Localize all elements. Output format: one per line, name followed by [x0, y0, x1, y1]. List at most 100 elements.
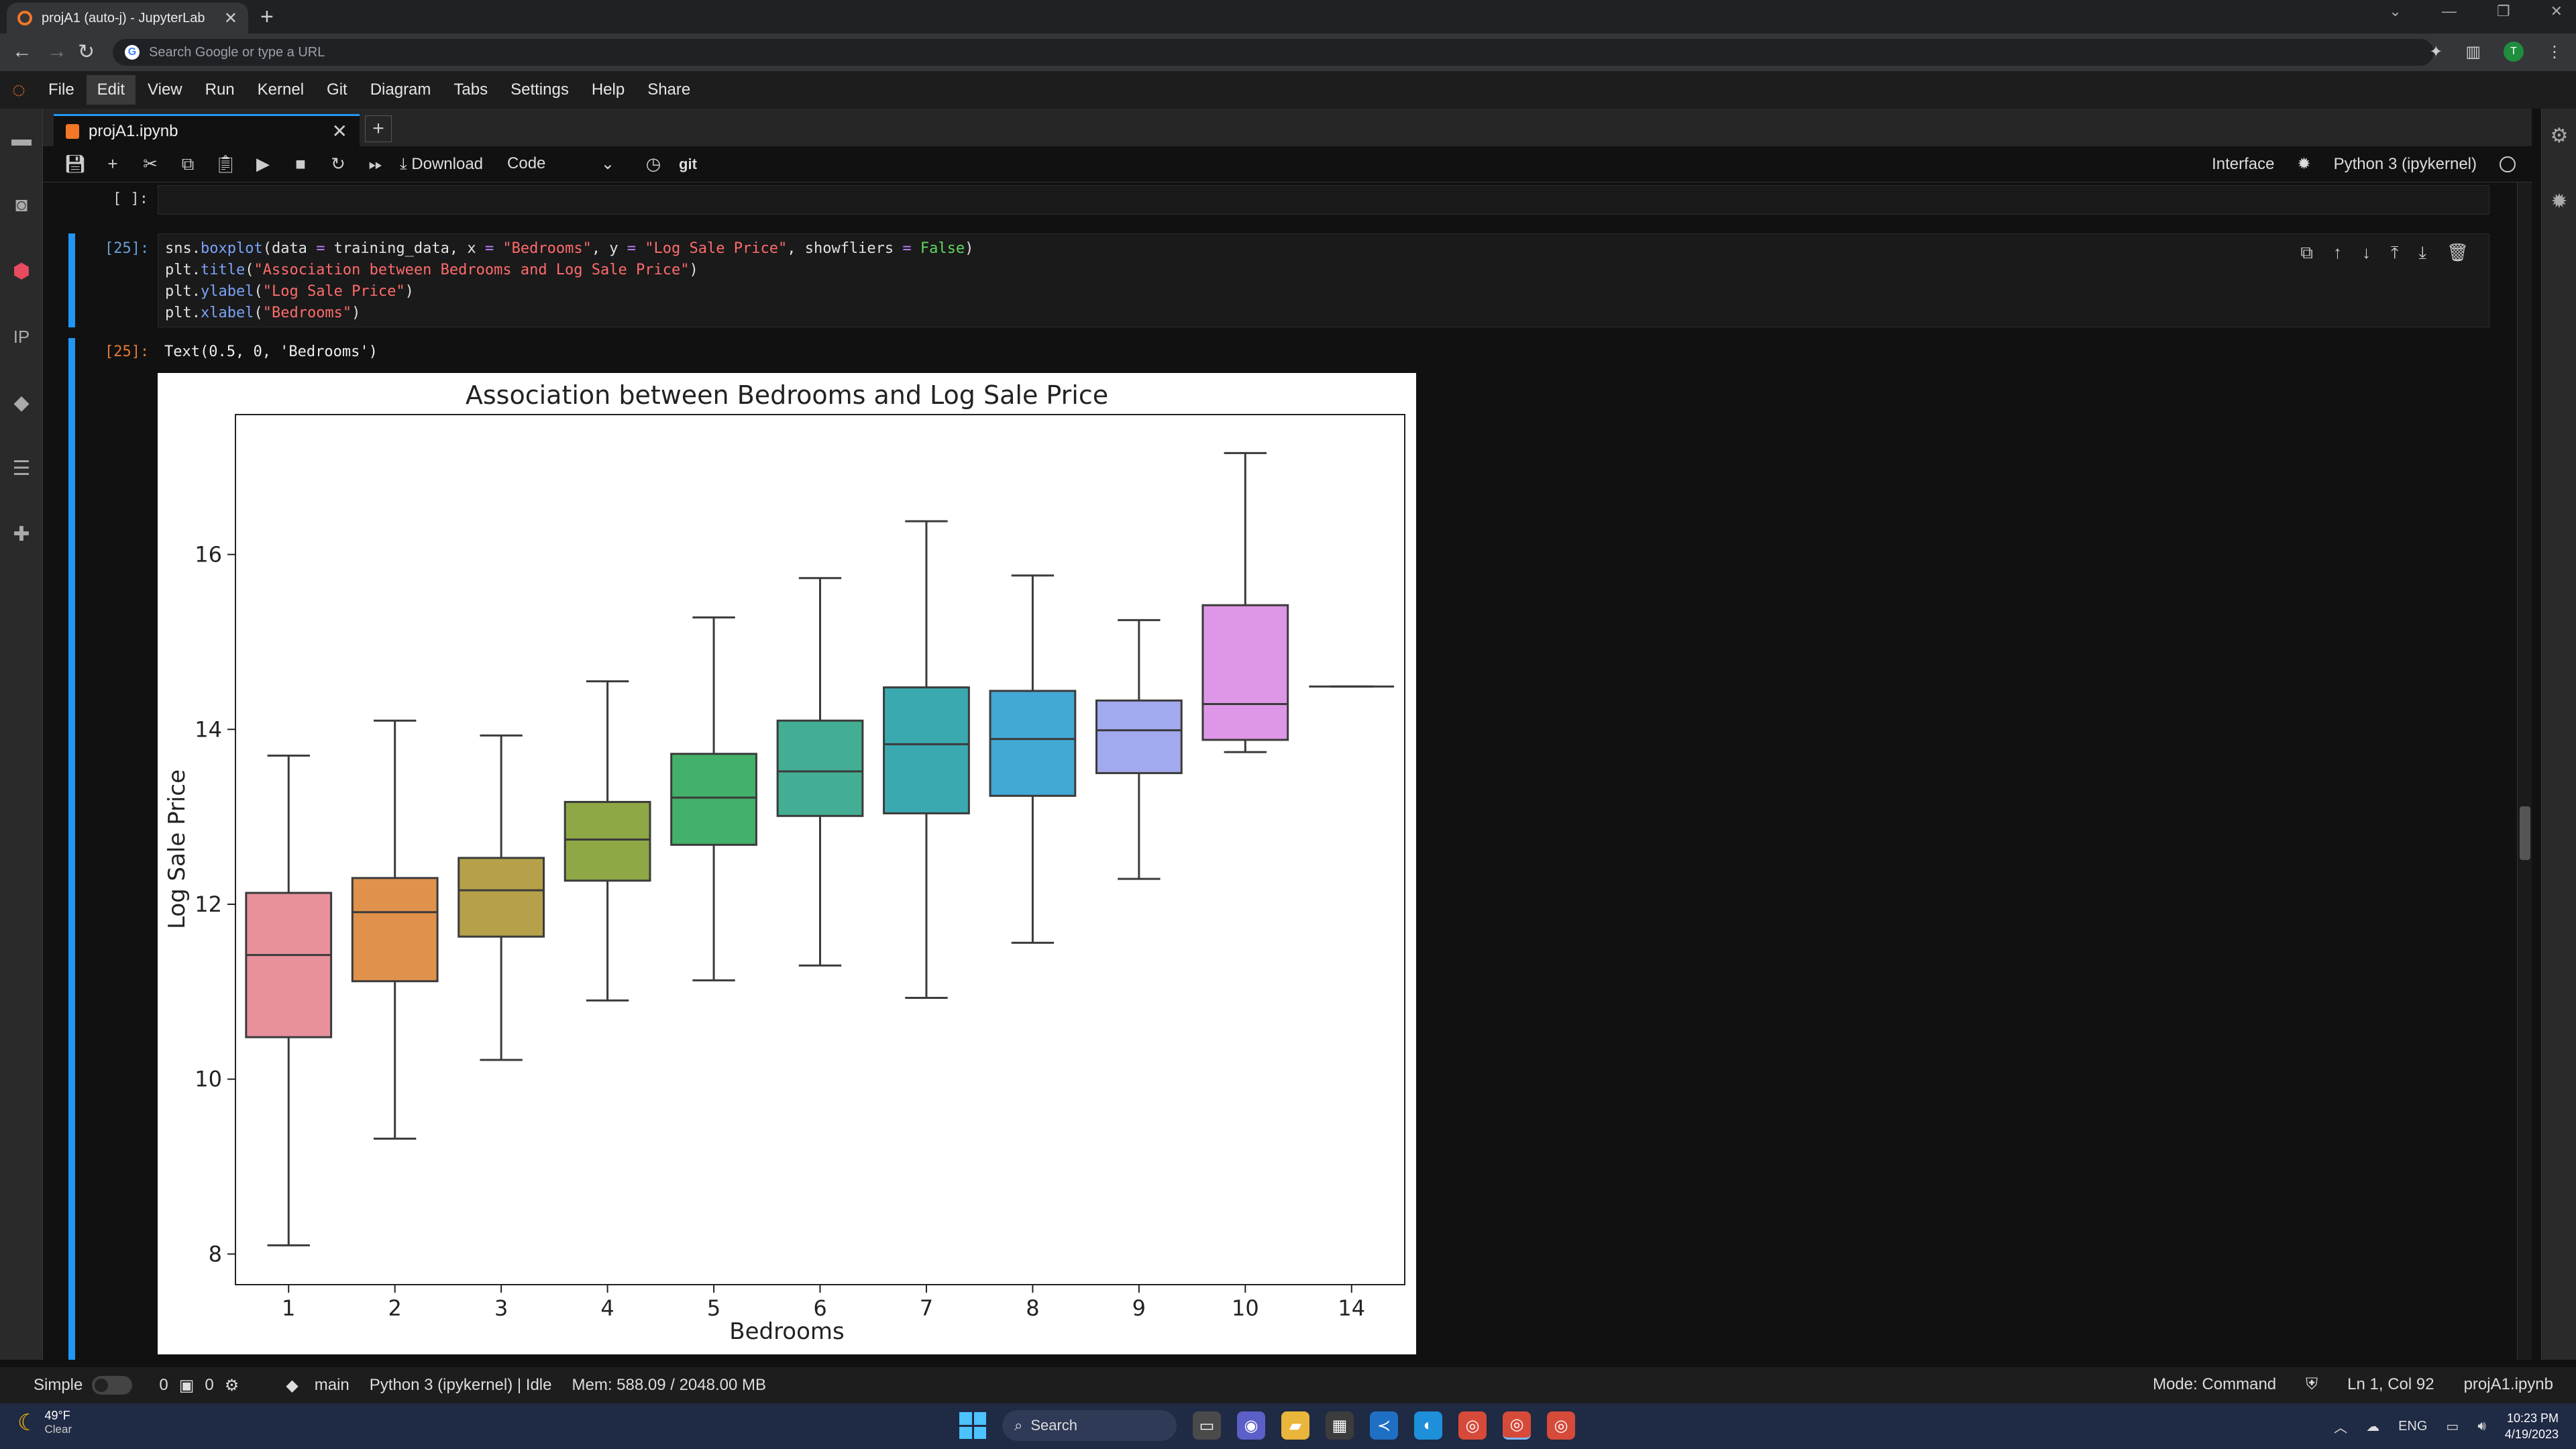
debug-icon[interactable]: ✹ [2297, 154, 2310, 174]
reload-icon[interactable]: ↻ [78, 40, 95, 64]
code-token: "Log Sale Price" [645, 240, 788, 257]
store-icon[interactable]: ▦ [1326, 1411, 1354, 1440]
menu-kernel[interactable]: Kernel [247, 75, 315, 105]
puzzle-icon[interactable]: ✚ [9, 522, 34, 546]
new-tab-icon[interactable]: + [260, 4, 274, 30]
chrome-active-icon[interactable]: ◎ [1503, 1411, 1531, 1440]
clock-time: 10:23 PM [2506, 1411, 2559, 1425]
menu-view[interactable]: View [137, 75, 193, 105]
menu-run[interactable]: Run [195, 75, 246, 105]
chrome-icon[interactable]: ◎ [1458, 1411, 1487, 1440]
box-body [883, 686, 970, 814]
terminal-count[interactable]: 0 [159, 1376, 168, 1395]
weather-widget[interactable]: ☾ 49°F Clear [17, 1409, 72, 1436]
delete-cell-icon[interactable]: 🗑︎ [2447, 242, 2469, 264]
browser-tab-title: projA1 (auto-j) - JupyterLab [42, 10, 205, 25]
debugger-icon[interactable]: ✹ [2547, 189, 2571, 213]
tray-chevron-icon[interactable]: ︿ [2334, 1417, 2347, 1436]
teams-chat-icon[interactable]: ◉ [1237, 1411, 1265, 1440]
restore-icon[interactable]: ❐ [2497, 3, 2510, 20]
copy-icon[interactable]: ⧉ [169, 154, 207, 175]
scrollbar-thumb[interactable] [2520, 806, 2530, 860]
insert-below-icon[interactable]: ⤓ [2418, 242, 2426, 264]
menu-share[interactable]: Share [637, 75, 701, 105]
output-prompt: [25]: [105, 343, 150, 360]
browser-menu-icon[interactable]: ⋮ [2546, 42, 2563, 62]
side-panel-icon[interactable]: ▥ [2465, 42, 2481, 62]
y-tick-label: 8 [209, 1241, 222, 1267]
windows-start-icon[interactable] [959, 1412, 986, 1439]
close-window-icon[interactable]: ✕ [2551, 3, 2563, 20]
git-icon[interactable]: ◆ [9, 390, 34, 415]
simple-mode-toggle[interactable] [92, 1376, 133, 1395]
cursor-position[interactable]: Ln 1, Col 92 [2347, 1375, 2434, 1394]
run-icon[interactable]: ▶ [244, 154, 282, 174]
table-of-contents-icon[interactable]: ☰ [9, 456, 34, 480]
task-view-icon[interactable]: ▭ [1193, 1411, 1221, 1440]
edge-icon[interactable]: ◐ [1414, 1411, 1442, 1440]
running-kernels-icon[interactable]: ◙ [9, 193, 34, 217]
git-button[interactable]: git [679, 156, 697, 173]
restart-icon[interactable]: ↻ [319, 154, 357, 174]
notebook-tab[interactable]: projA1.ipynb ✕ [54, 114, 360, 146]
menu-edit[interactable]: Edit [86, 75, 136, 105]
menu-git[interactable]: Git [316, 75, 358, 105]
vscode-icon[interactable]: ≺ [1370, 1411, 1398, 1440]
minimize-icon[interactable]: — [2442, 3, 2457, 20]
interrupt-icon[interactable]: ■ [282, 154, 319, 174]
volume-icon[interactable]: 🔊︎ [2477, 1419, 2486, 1434]
cut-icon[interactable]: ✂ [131, 154, 169, 174]
onedrive-icon[interactable]: ☁ [2366, 1418, 2379, 1435]
omnibox[interactable]: G Search Google or type a URL [113, 39, 2434, 66]
cell-type-value: Code [507, 154, 546, 172]
network-icon[interactable]: ▭ [2446, 1418, 2459, 1435]
save-icon[interactable]: 💾︎ [56, 154, 94, 174]
menu-diagram[interactable]: Diagram [360, 75, 442, 105]
close-notebook-icon[interactable]: ✕ [332, 120, 347, 142]
profile-avatar[interactable]: T [2504, 42, 2524, 62]
extensions-icon[interactable]: ✦ [2429, 42, 2443, 62]
interface-button[interactable]: Interface [2212, 155, 2274, 174]
tab-search-icon[interactable]: ⌄ [2389, 3, 2401, 20]
ip-icon[interactable]: IP [9, 325, 34, 349]
clock-icon[interactable]: ◷ [635, 154, 672, 174]
run-all-icon[interactable]: ⏩︎ [357, 154, 394, 175]
insert-above-icon[interactable]: ⤒ [2391, 242, 2399, 264]
move-up-icon[interactable]: ↑ [2333, 242, 2342, 264]
output-collapser[interactable] [68, 338, 75, 1360]
property-inspector-icon[interactable]: ⚙ [2547, 123, 2571, 148]
forward-icon[interactable]: → [47, 40, 67, 63]
windows-taskbar: ☾ 49°F Clear ⌕ Search ▭ ◉ ▰ ▦ ≺ ◐ ◎ ◎ ◎ ︿… [0, 1403, 2576, 1449]
git-branch[interactable]: main [315, 1376, 350, 1395]
menu-settings[interactable]: Settings [500, 75, 580, 105]
kernel-name[interactable]: Python 3 (ipykernel) [2334, 155, 2477, 174]
new-launcher-icon[interactable]: + [365, 115, 392, 142]
browser-tab[interactable]: projA1 (auto-j) - JupyterLab ✕ [7, 3, 248, 34]
file-explorer-icon[interactable]: ▰ [1281, 1411, 1309, 1440]
x-axis: 1 2 3 4 5 6 7 8 9 10 14 [282, 1285, 1365, 1321]
code-cell-input[interactable]: sns.boxplot(data = training_data, x = "B… [158, 233, 2489, 327]
move-down-icon[interactable]: ↓ [2362, 242, 2371, 264]
back-icon[interactable]: ← [12, 40, 32, 63]
chrome-profile-icon[interactable]: ◎ [1547, 1411, 1575, 1440]
taskbar-search[interactable]: ⌕ Search [1002, 1410, 1177, 1441]
cell-type-select[interactable]: Code ⌄ [507, 154, 614, 174]
extension-manager-icon[interactable]: ⬢ [9, 259, 34, 283]
code-line: plt.title("Association between Bedrooms … [165, 260, 2482, 281]
menu-tabs[interactable]: Tabs [443, 75, 498, 105]
clock[interactable]: 10:23 PM 4/19/2023 [2505, 1410, 2559, 1442]
folder-icon[interactable]: ▬ [9, 127, 34, 152]
menu-help[interactable]: Help [581, 75, 635, 105]
insert-cell-icon[interactable]: + [94, 154, 131, 174]
code-cell-collapser[interactable] [68, 233, 75, 327]
language-indicator[interactable]: ENG [2398, 1419, 2427, 1434]
empty-cell-input[interactable] [158, 185, 2489, 215]
duplicate-cell-icon[interactable]: ⧉ [2300, 242, 2313, 264]
download-button[interactable]: ⤓ Download [400, 155, 483, 174]
kernel-count[interactable]: 0 [205, 1376, 213, 1395]
close-tab-icon[interactable]: ✕ [224, 9, 237, 28]
menu-file[interactable]: File [38, 75, 85, 105]
paste-icon[interactable]: 📋︎ [207, 154, 244, 174]
notebook-scrollbar[interactable] [2517, 182, 2532, 1360]
kernel-status[interactable]: Python 3 (ipykernel) | Idle [370, 1376, 552, 1395]
